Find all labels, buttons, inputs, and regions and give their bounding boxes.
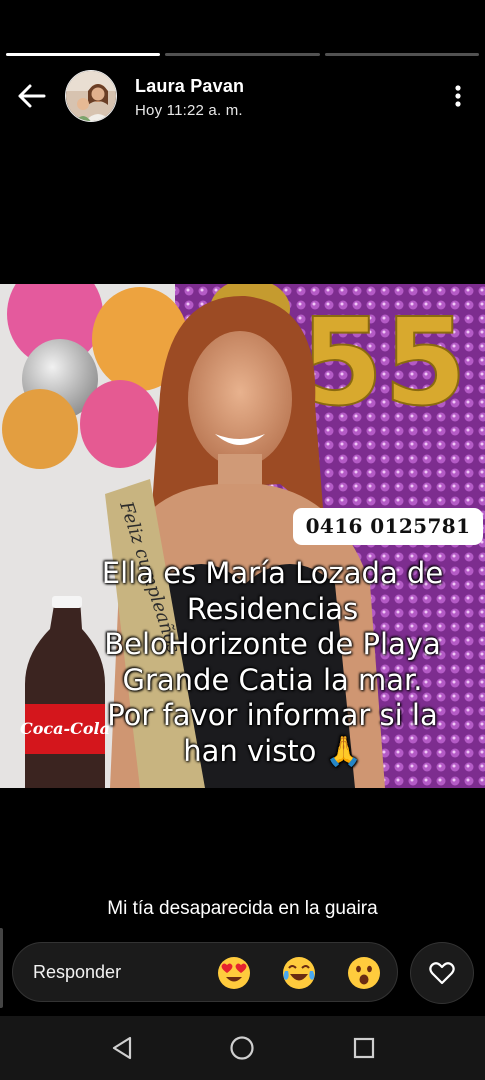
surprised-emoji-icon (348, 957, 380, 989)
heart-eyes-emoji-icon (218, 957, 250, 989)
story-caption: Mi tía desaparecida en la guaira (107, 898, 378, 919)
more-options-button[interactable] (449, 84, 467, 108)
home-circle-icon (230, 1036, 254, 1060)
overlay-text: Ella es María Lozada de Residencias Belo… (60, 556, 485, 769)
overlay-line: han visto 🙏 (183, 733, 362, 768)
heart-eyes-emoji-button[interactable] (217, 956, 251, 990)
tears-of-joy-emoji-button[interactable] (282, 956, 316, 990)
story-progress-segment (6, 53, 161, 56)
user-name[interactable]: Laura Pavan (135, 76, 244, 97)
heart-icon (429, 962, 455, 985)
tears-of-joy-emoji-icon (283, 957, 315, 989)
surprised-emoji-button[interactable] (347, 956, 381, 990)
story-progress (6, 53, 479, 56)
overlay-line: Por favor informar si la (107, 698, 438, 732)
overlay-line: Residencias (186, 591, 359, 626)
edge-handle (0, 928, 3, 1008)
balloon-number: 55 (300, 294, 467, 433)
back-triangle-icon (112, 1036, 132, 1060)
nav-back-button[interactable] (108, 1034, 136, 1062)
avatar[interactable] (65, 70, 117, 122)
story-progress-segment (324, 53, 479, 56)
nav-recents-button[interactable] (350, 1034, 378, 1062)
overlay-line: Grande Catia la mar. (122, 662, 423, 697)
system-nav-bar (0, 1016, 485, 1080)
like-button[interactable] (410, 942, 474, 1004)
nav-home-button[interactable] (228, 1034, 256, 1062)
more-vertical-icon (455, 85, 461, 107)
overlay-line: BeloHorizonte de Playa (104, 627, 441, 661)
story-header: Laura Pavan Hoy 11:22 a. m. (0, 68, 485, 124)
phone-number-tag: 0416 0125781 (293, 508, 483, 545)
arrow-left-icon (18, 84, 46, 108)
overlay-line: Ella es María Lozada de (101, 556, 444, 590)
story-progress-fill (6, 53, 161, 56)
recents-square-icon (353, 1037, 375, 1059)
reply-input[interactable]: Responder (12, 942, 398, 1002)
story-progress-segment (165, 53, 320, 56)
back-button[interactable] (14, 80, 50, 112)
reply-placeholder: Responder (33, 962, 122, 982)
timestamp: Hoy 11:22 a. m. (135, 102, 243, 119)
